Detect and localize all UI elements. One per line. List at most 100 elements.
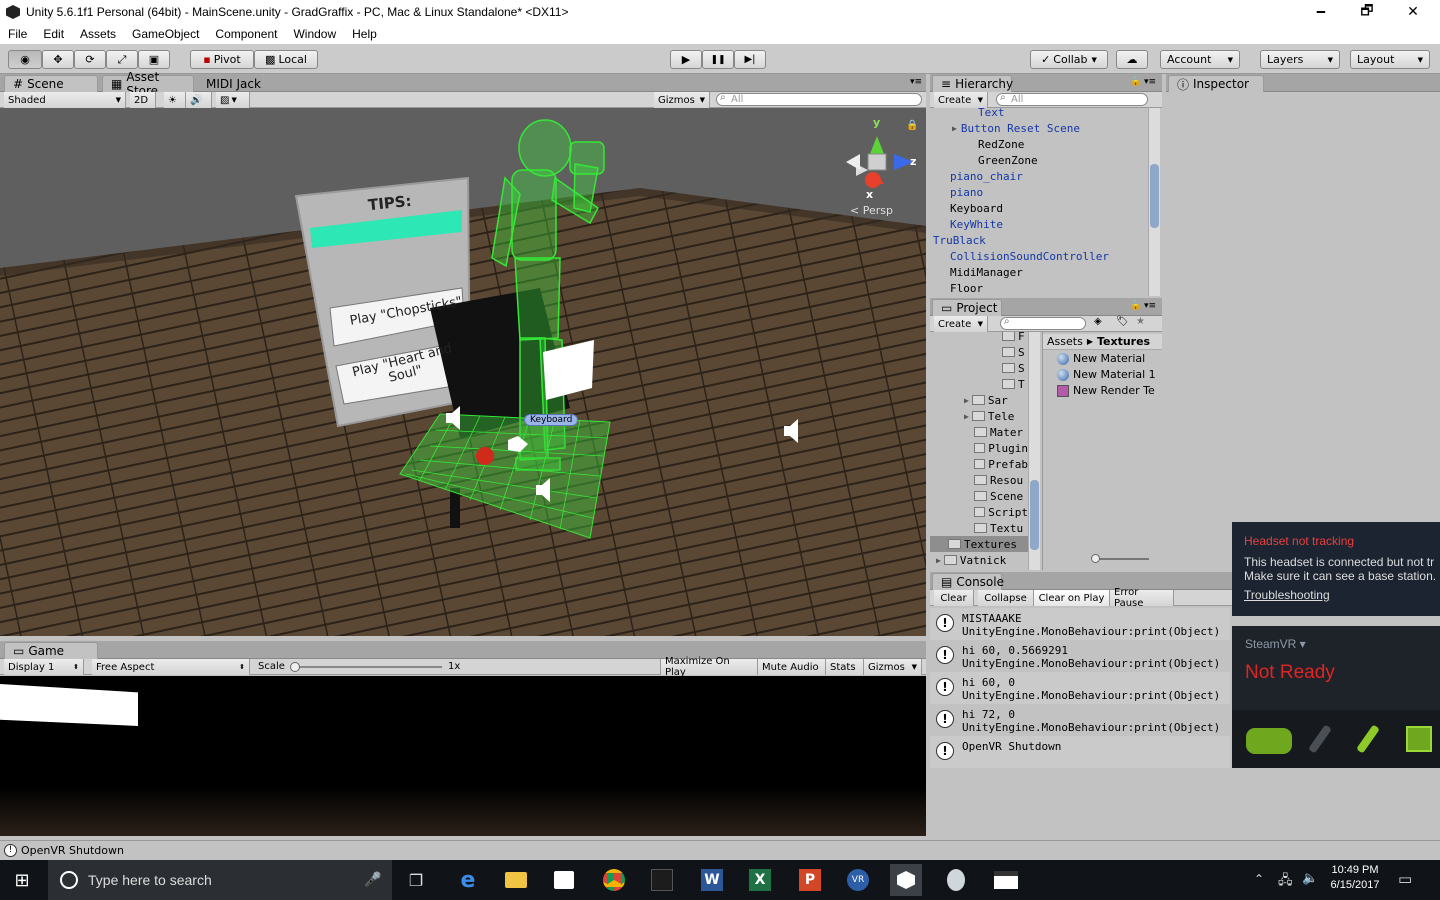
folder-item[interactable]: Plugin: [930, 440, 1028, 456]
local-toggle[interactable]: ▩ Local: [254, 50, 318, 69]
hierarchy-item[interactable]: piano: [930, 184, 983, 200]
volume-icon[interactable]: 🔈: [1302, 871, 1318, 886]
effects-dropdown[interactable]: ▨ ▼: [216, 92, 250, 108]
steamvr-notification[interactable]: Headset not tracking This headset is con…: [1232, 522, 1440, 616]
tab-game[interactable]: ▭ Game: [4, 642, 98, 659]
hierarchy-create-dropdown[interactable]: Create ▼: [934, 92, 988, 108]
display-dropdown[interactable]: Display 1 ⬍: [4, 659, 84, 675]
maximize-button[interactable]: 🗗: [1344, 0, 1390, 24]
minimize-button[interactable]: 🗕: [1298, 0, 1344, 24]
tab-console[interactable]: ▤ Console: [932, 573, 1004, 590]
hierarchy-item[interactable]: ▶TruBlack: [930, 232, 986, 248]
persp-label[interactable]: < Persp: [850, 204, 893, 217]
microphone-icon[interactable]: 🎤: [364, 872, 381, 888]
console-entry[interactable]: ! MISTAAAKE UnityEngine.MonoBehaviour:prin…: [930, 608, 1230, 640]
clock[interactable]: 10:49 PM 6/15/2017: [1324, 864, 1386, 891]
hierarchy-item[interactable]: GreenZone: [930, 152, 1038, 168]
word-app[interactable]: W: [696, 864, 728, 896]
console-entry[interactable]: ! hi 60, 0.5669291 UnityEngine.MonoBehavio…: [930, 640, 1230, 672]
hierarchy-item[interactable]: Floor: [930, 280, 983, 296]
hierarchy-item[interactable]: Text: [930, 108, 1005, 120]
scale-slider-track[interactable]: [292, 666, 442, 668]
hierarchy-item[interactable]: ▶ Button Reset Scene: [930, 120, 1080, 136]
console-clear-on-play-toggle[interactable]: Clear on Play: [1034, 590, 1110, 606]
tab-project[interactable]: ▭ Project: [932, 299, 1002, 316]
chevron-up-icon[interactable]: ⌃: [1254, 872, 1264, 886]
gizmos-dropdown[interactable]: Gizmos ▼: [654, 92, 710, 108]
tab-inspector[interactable]: ⓘ Inspector: [1168, 75, 1264, 92]
hand-tool-button[interactable]: ◉: [8, 50, 42, 69]
asset-item[interactable]: New Material: [1057, 352, 1145, 365]
status-bar[interactable]: ! OpenVR Shutdown: [0, 840, 1440, 860]
shading-dropdown[interactable]: Shaded ▼: [4, 92, 126, 108]
menu-component[interactable]: Component: [207, 27, 285, 41]
file-explorer-app[interactable]: [500, 864, 532, 896]
folder-item[interactable]: ▶ Tele: [930, 408, 1028, 424]
move-tool-button[interactable]: ✥: [42, 50, 74, 69]
menu-window[interactable]: Window: [285, 27, 344, 41]
folder-item[interactable]: Resou: [930, 472, 1028, 488]
folder-item[interactable]: S: [930, 360, 1028, 376]
hierarchy-scroll-thumb[interactable]: [1150, 164, 1159, 228]
expand-arrow-icon[interactable]: ▶: [964, 412, 969, 421]
asset-item[interactable]: New Material 1: [1057, 368, 1156, 381]
action-center-icon[interactable]: ▭: [1398, 870, 1412, 888]
unity-app[interactable]: [890, 864, 922, 896]
play-button[interactable]: ▶: [670, 50, 702, 69]
account-dropdown[interactable]: Account ▼: [1160, 50, 1240, 69]
store-app[interactable]: [548, 864, 580, 896]
close-button[interactable]: ✕: [1390, 0, 1436, 24]
folder-item[interactable]: Mater: [930, 424, 1028, 440]
aspect-dropdown[interactable]: Free Aspect ⬍: [92, 659, 250, 675]
video-app[interactable]: [990, 864, 1022, 896]
project-search-input[interactable]: [1000, 317, 1086, 330]
console-collapse-toggle[interactable]: Collapse: [978, 590, 1034, 606]
network-icon[interactable]: 🖧: [1278, 871, 1293, 893]
expand-arrow-icon[interactable]: ▶: [936, 556, 941, 565]
folder-item[interactable]: Prefab: [930, 456, 1028, 472]
menu-file[interactable]: File: [0, 27, 35, 41]
scene-search-input[interactable]: All: [716, 93, 922, 106]
hierarchy-search-input[interactable]: All: [996, 93, 1148, 106]
breadcrumb-root[interactable]: Assets: [1047, 335, 1083, 348]
lock-icon[interactable]: 🔒: [1130, 301, 1141, 311]
keyboard-label[interactable]: Keyboard: [524, 414, 579, 426]
expand-arrow-icon[interactable]: ▶: [964, 396, 969, 405]
folder-item[interactable]: Textures: [930, 536, 1028, 552]
steamvr-app[interactable]: VR: [842, 864, 874, 896]
tab-scene[interactable]: # Scene: [4, 75, 98, 92]
task-view-button[interactable]: ❐: [400, 864, 432, 896]
panel-menu-icon[interactable]: ▾≡: [1144, 301, 1156, 311]
tab-hierarchy[interactable]: ≡ Hierarchy: [932, 75, 1013, 92]
asset-item[interactable]: New Render Te: [1057, 384, 1155, 397]
pause-button[interactable]: ❚❚: [702, 50, 734, 69]
icon-size-slider-handle[interactable]: [1091, 554, 1100, 563]
folder-tree-scroll-thumb[interactable]: [1030, 480, 1039, 550]
hierarchy-item[interactable]: KeyWhite: [930, 216, 1003, 232]
star-icon[interactable]: ★: [1136, 316, 1145, 327]
console-entry[interactable]: ! OpenVR Shutdown: [930, 736, 1230, 768]
scale-slider-handle[interactable]: [290, 662, 300, 672]
stats-toggle[interactable]: Stats: [826, 659, 864, 675]
filter-type-icon[interactable]: ◈: [1094, 316, 1102, 327]
folder-item[interactable]: Script: [930, 504, 1028, 520]
lock-icon[interactable]: 🔒: [906, 120, 918, 131]
excel-app[interactable]: X: [744, 864, 776, 896]
hierarchy-item[interactable]: MidiManager: [930, 264, 1023, 280]
app-shield[interactable]: [940, 864, 972, 896]
cloud-button[interactable]: ☁: [1116, 50, 1148, 69]
taskbar-search-box[interactable]: Type here to search 🎤: [48, 860, 392, 900]
layout-dropdown[interactable]: Layout ▼: [1350, 50, 1430, 69]
step-button[interactable]: ▶|: [734, 50, 766, 69]
menu-help[interactable]: Help: [344, 27, 385, 41]
headset-icon[interactable]: [1246, 728, 1292, 754]
breadcrumb-current[interactable]: Textures: [1097, 335, 1150, 348]
icon-size-slider[interactable]: [1093, 558, 1149, 560]
project-create-dropdown[interactable]: Create ▼: [934, 316, 988, 332]
panel-menu-icon[interactable]: ▾≡: [1144, 77, 1156, 87]
layers-dropdown[interactable]: Layers ▼: [1260, 50, 1340, 69]
tab-midi-jack[interactable]: MIDI Jack: [198, 75, 270, 92]
lock-icon[interactable]: 🔒: [1130, 77, 1141, 87]
folder-item[interactable]: Scene: [930, 488, 1028, 504]
tab-asset-store[interactable]: ▦ Asset Store: [102, 70, 194, 98]
